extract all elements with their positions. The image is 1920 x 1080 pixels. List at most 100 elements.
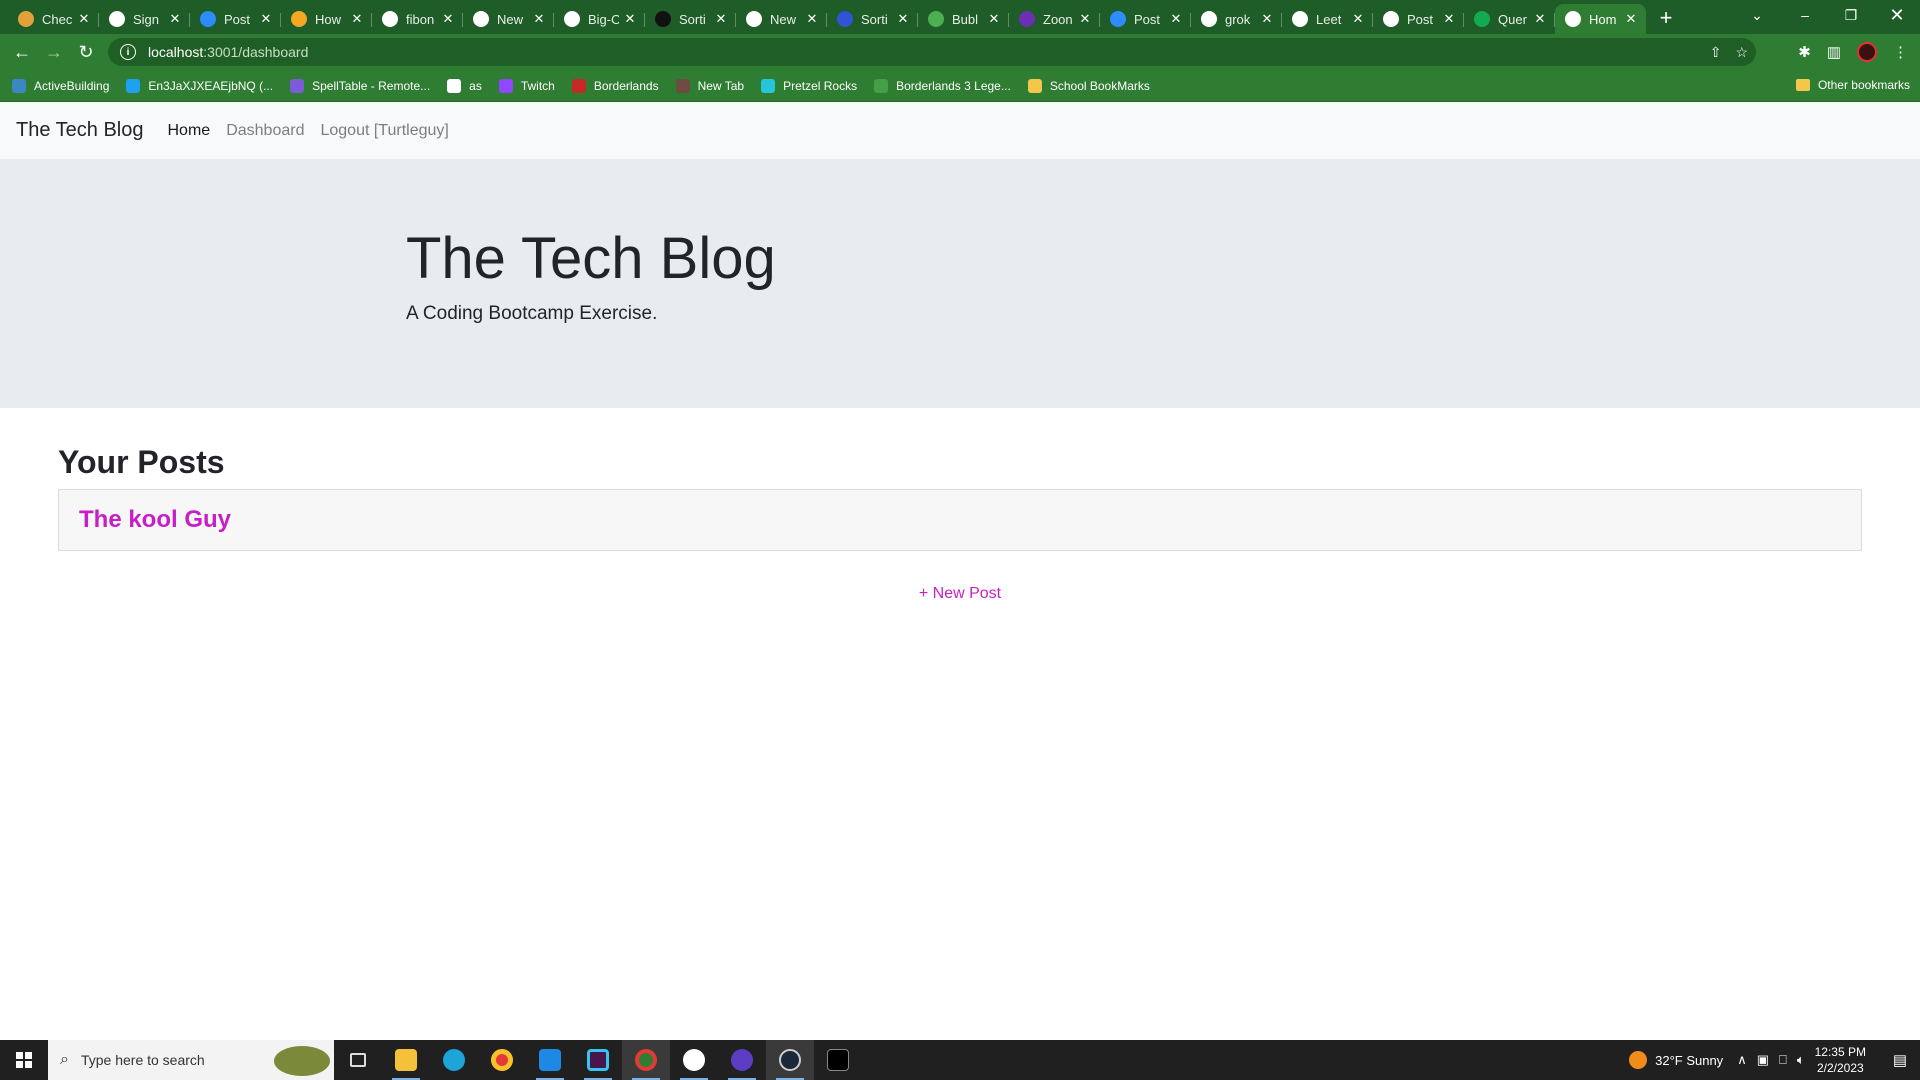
tab-close-icon[interactable]: ✕ [1260, 11, 1274, 27]
steam-icon[interactable] [766, 1040, 814, 1080]
browser-tab[interactable]: New ✕ [736, 4, 827, 34]
bookmark-item[interactable]: Twitch [498, 78, 555, 93]
extensions-puzzle-icon[interactable]: ✱ [1798, 43, 1811, 61]
new-tab-plus-icon[interactable]: + [1652, 4, 1680, 32]
back-arrow-icon[interactable]: ← [6, 36, 38, 68]
browser-tab[interactable]: Post ✕ [1100, 4, 1191, 34]
browser-tab[interactable]: grok ✕ [1191, 4, 1282, 34]
meet-now-icon[interactable]: ▣ [1757, 1052, 1769, 1068]
browser-tab[interactable]: Quer ✕ [1464, 4, 1555, 34]
tab-close-icon[interactable]: ✕ [532, 11, 546, 27]
tab-close-icon[interactable]: ✕ [1169, 11, 1183, 27]
taskbar-search-placeholder: Type here to search [80, 1052, 205, 1068]
address-bar[interactable]: i localhost:3001/dashboard ⇧ ☆ [108, 38, 1756, 66]
bookmark-item[interactable]: SpellTable - Remote... [290, 78, 430, 93]
weather-sun-icon[interactable] [1629, 1051, 1648, 1069]
tab-close-icon[interactable]: ✕ [987, 11, 1001, 27]
vscode-icon[interactable] [526, 1040, 574, 1080]
tray-chevron-up-icon[interactable]: ∧ [1737, 1052, 1747, 1068]
browser-tab[interactable]: Post ✕ [190, 4, 281, 34]
app-purple-circle-icon[interactable] [718, 1040, 766, 1080]
tab-close-icon[interactable]: ✕ [441, 11, 455, 27]
network-icon[interactable]: ⎕ [1779, 1052, 1787, 1068]
side-panel-icon[interactable]: ▥ [1827, 43, 1841, 61]
tab-close-icon[interactable]: ✕ [259, 11, 273, 27]
restore-icon[interactable]: ❐ [1828, 0, 1874, 30]
post-card[interactable]: The kool Guy [58, 489, 1862, 551]
browser-tab[interactable]: fibon ✕ [372, 4, 463, 34]
bookmark-item[interactable]: School BookMarks [1027, 78, 1150, 93]
bookmark-item[interactable]: New Tab [675, 78, 744, 93]
edge-browser-icon[interactable] [430, 1040, 478, 1080]
tab-close-icon[interactable]: ✕ [1442, 11, 1456, 27]
tab-close-icon[interactable]: ✕ [1078, 11, 1092, 27]
browser-toolbar: ← → ↻ i localhost:3001/dashboard ⇧ ☆ ✱ ▥… [0, 34, 1920, 70]
chrome-active-icon[interactable] [622, 1040, 670, 1080]
bookmark-item[interactable]: Pretzel Rocks [761, 78, 857, 93]
tab-close-icon[interactable]: ✕ [1624, 11, 1638, 27]
forward-arrow-icon[interactable]: → [38, 36, 70, 68]
browser-tab[interactable]: Zoon ✕ [1009, 4, 1100, 34]
close-window-icon[interactable]: ✕ [1874, 0, 1920, 30]
profile-avatar-icon[interactable] [1857, 42, 1877, 62]
browser-tab[interactable]: Sign ✕ [99, 4, 190, 34]
bookmark-item[interactable]: Borderlands [571, 78, 659, 93]
tab-close-icon[interactable]: ✕ [896, 11, 910, 27]
slack-icon[interactable] [574, 1040, 622, 1080]
minimize-icon[interactable]: – [1782, 0, 1828, 30]
browser-tab[interactable]: Leet ✕ [1282, 4, 1373, 34]
share-icon[interactable]: ⇧ [1710, 44, 1722, 61]
file-explorer-icon[interactable] [382, 1040, 430, 1080]
bookmark-item[interactable]: En3JaXJXEAEjbNQ (... [126, 78, 273, 93]
weather-text[interactable]: 32°F Sunny [1655, 1053, 1723, 1068]
notifications-icon[interactable]: ▤ [1880, 1051, 1920, 1069]
bookmark-star-icon[interactable]: ☆ [1735, 44, 1748, 61]
nav-logout-link[interactable]: Logout [Turtleguy] [320, 122, 448, 140]
tab-close-icon[interactable]: ✕ [805, 11, 819, 27]
nav-dashboard-link[interactable]: Dashboard [226, 122, 304, 140]
browser-tab[interactable]: Sorti ✕ [645, 4, 736, 34]
browser-tab[interactable]: How ✕ [281, 4, 372, 34]
bookmark-item[interactable]: as [447, 78, 482, 93]
other-bookmarks[interactable]: Other bookmarks [1795, 78, 1910, 92]
tab-close-icon[interactable]: ✕ [77, 11, 91, 27]
tab-close-icon[interactable]: ✕ [714, 11, 728, 27]
tab-close-icon[interactable]: ✕ [1533, 11, 1547, 27]
mongodb-compass-icon[interactable] [670, 1040, 718, 1080]
taskbar-search-box[interactable]: ⌕ Type here to search [48, 1040, 334, 1080]
post-title-link[interactable]: The kool Guy [79, 506, 231, 534]
browser-tab[interactable]: Bubl ✕ [918, 4, 1009, 34]
terminal-icon[interactable] [814, 1040, 862, 1080]
tab-close-icon[interactable]: ✕ [1351, 11, 1365, 27]
browser-tab[interactable]: Sorti ✕ [827, 4, 918, 34]
tab-title: grok [1225, 11, 1251, 27]
new-post-link[interactable]: + New Post [58, 585, 1862, 603]
taskbar-clock[interactable]: 12:35 PM 2/2/2023 [1815, 1044, 1866, 1076]
windows-start-icon[interactable] [0, 1040, 48, 1080]
chrome-menu-icon[interactable]: ⋮ [1893, 43, 1908, 61]
bookmark-item[interactable]: Borderlands 3 Lege... [874, 78, 1011, 93]
search-icon: ⌕ [60, 1051, 69, 1068]
url-host: localhost [148, 44, 204, 60]
browser-tab[interactable]: Chec ✕ [8, 4, 99, 34]
tab-favicon-google-icon [1201, 11, 1217, 27]
nav-home-link[interactable]: Home [168, 122, 211, 140]
hero-subtitle: A Coding Bootcamp Exercise. [406, 302, 658, 324]
bookmark-item[interactable]: ActiveBuilding [12, 78, 109, 93]
reload-icon[interactable]: ↻ [70, 36, 102, 68]
tab-search-chevron-icon[interactable]: ⌄ [1734, 0, 1780, 30]
site-info-icon[interactable]: i [120, 44, 136, 60]
browser-tab[interactable]: Post ✕ [1373, 4, 1464, 34]
browser-tab[interactable]: Hom ✕ [1555, 4, 1646, 34]
site-brand-link[interactable]: The Tech Blog [16, 119, 144, 142]
browser-tab[interactable]: New ✕ [463, 4, 554, 34]
task-view-icon[interactable] [334, 1040, 382, 1080]
tab-close-icon[interactable]: ✕ [623, 11, 637, 27]
bookmark-favicon-icon [498, 78, 513, 93]
browser-tab[interactable]: Big-O ✕ [554, 4, 645, 34]
volume-icon[interactable]: 🔈︎ [1797, 1052, 1805, 1068]
tab-close-icon[interactable]: ✕ [350, 11, 364, 27]
chrome-icon[interactable] [478, 1040, 526, 1080]
tab-close-icon[interactable]: ✕ [168, 11, 182, 27]
tab-favicon-zoom-icon [1110, 11, 1126, 27]
